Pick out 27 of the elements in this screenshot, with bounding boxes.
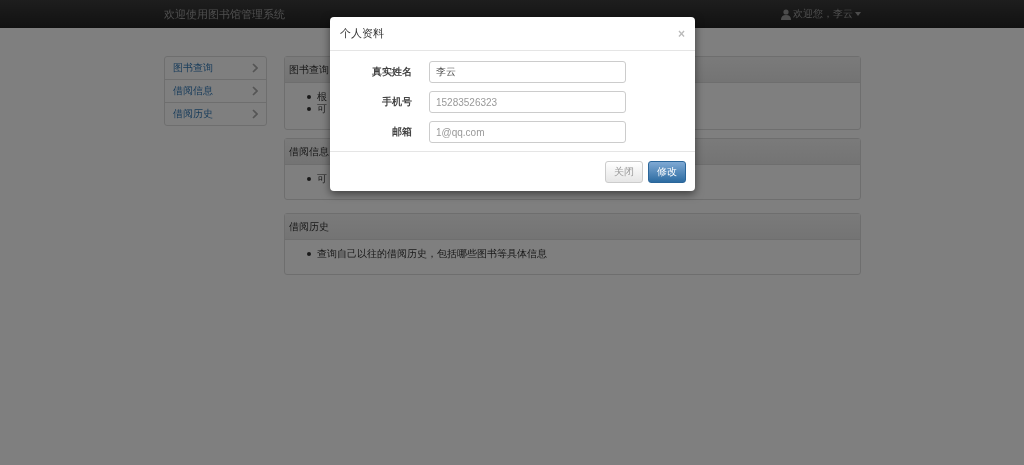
user-icon (780, 8, 791, 20)
bullet-icon (306, 252, 311, 256)
close-button[interactable]: × (678, 27, 685, 40)
caret-icon (854, 12, 861, 16)
list-text: 根 (316, 90, 327, 104)
field-label: 邮箱 (391, 125, 412, 139)
submit-button[interactable]: 修改 (648, 160, 686, 183)
bullet-icon (306, 95, 311, 99)
bullet-icon (306, 177, 311, 181)
panel-heading: 借阅历史 (284, 214, 860, 240)
sidebar-item[interactable]: 借阅信息 (164, 79, 266, 102)
input-field[interactable]: 1@qq.com (429, 121, 626, 143)
input-field[interactable]: 15283526323 (429, 91, 626, 113)
list-text: 查询自己以往的借阅历史，包括哪些图书等具体信息 (316, 247, 547, 261)
chevron-right-icon (251, 63, 258, 73)
field-label: 手机号 (381, 95, 412, 109)
modal-title: 个人资料 (340, 26, 384, 41)
chevron-right-icon (251, 86, 258, 96)
sidebar-item[interactable]: 图书查询 (164, 57, 266, 79)
input-field[interactable]: 李云 (429, 61, 626, 83)
chevron-right-icon (251, 109, 258, 119)
close-button[interactable]: 关闭 (605, 160, 643, 183)
sidebar-item[interactable]: 借阅历史 (164, 102, 266, 125)
list-text: 可 (316, 102, 327, 116)
list-text: 可 (316, 172, 327, 186)
field-label: 真实姓名 (371, 65, 412, 79)
bullet-icon (306, 107, 311, 111)
